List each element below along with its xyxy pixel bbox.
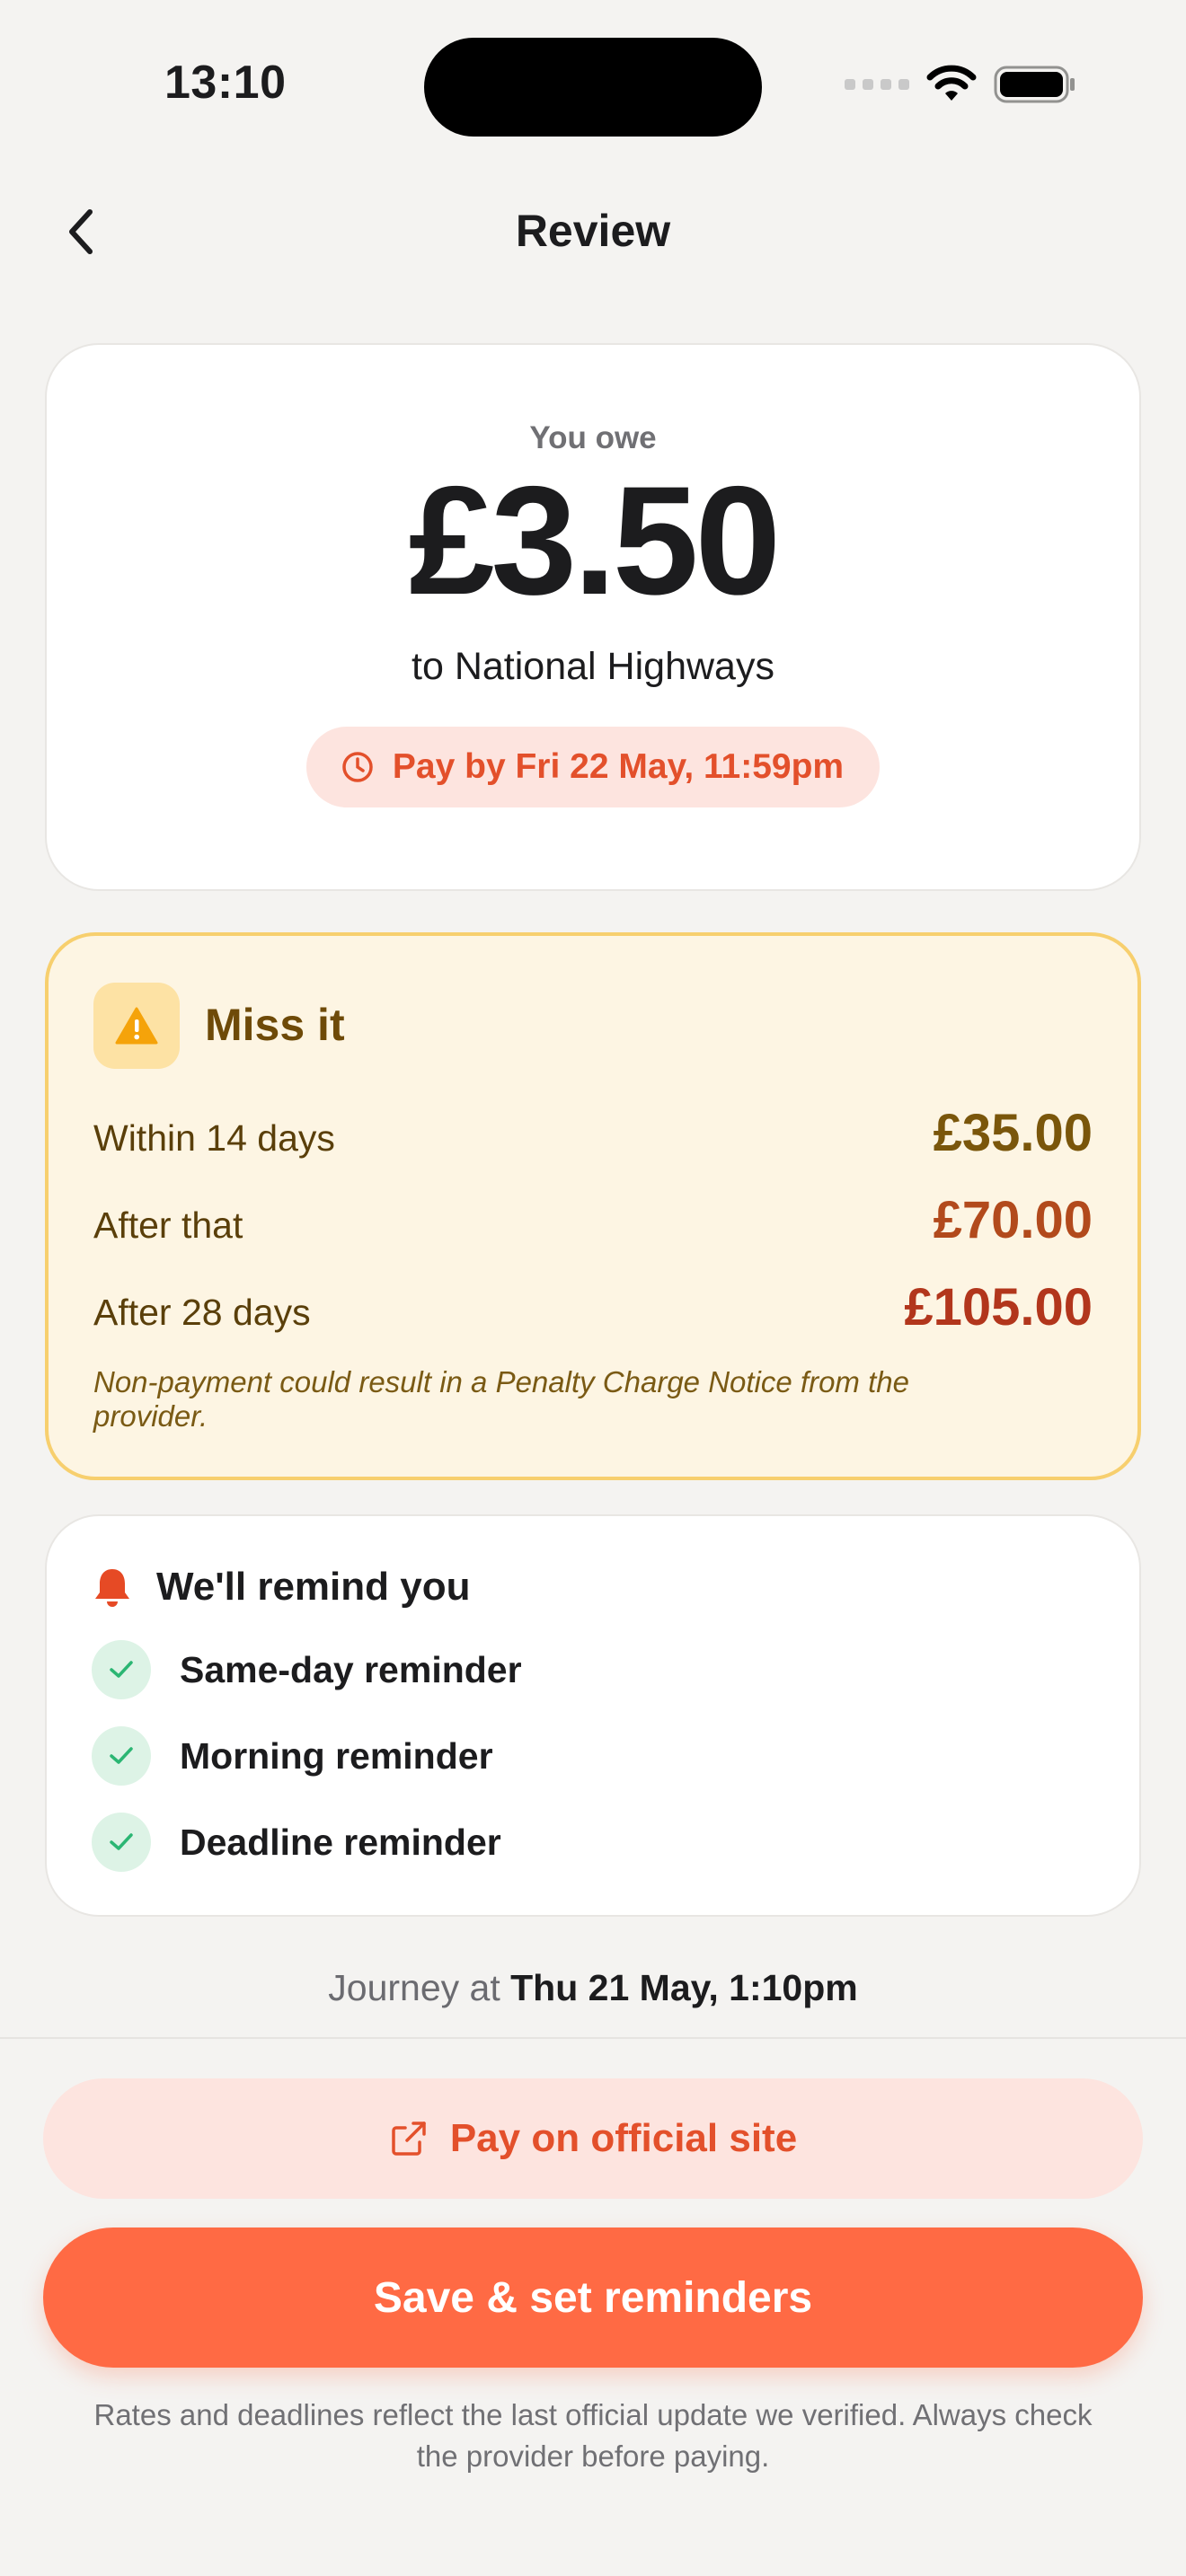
fee-label: After 28 days	[93, 1292, 311, 1333]
dynamic-island	[424, 38, 762, 137]
deadline-badge: Pay by Fri 22 May, 11:59pm	[305, 727, 881, 807]
warning-icon-box	[93, 983, 180, 1069]
cellular-signal-icon	[845, 79, 909, 90]
reminder-label: Morning reminder	[180, 1734, 493, 1777]
fee-value: £70.00	[933, 1191, 1093, 1249]
reminder-item: Deadline reminder	[92, 1813, 501, 1872]
fee-value: £105.00	[904, 1278, 1093, 1337]
reminders-title: We'll remind you	[156, 1565, 471, 1609]
reminder-item: Morning reminder	[92, 1726, 493, 1786]
amount-owed: £3.50	[408, 454, 781, 627]
reminders-card: We'll remind you Same-day reminder Morni…	[45, 1514, 1141, 1917]
wifi-icon	[926, 65, 977, 101]
check-icon	[92, 1640, 151, 1699]
status-icons	[845, 65, 1076, 104]
journey-datetime: Thu 21 May, 1:10pm	[510, 1967, 858, 2008]
reminder-label: Same-day reminder	[180, 1648, 522, 1690]
fee-row: Within 14 days £35.00	[93, 1103, 1093, 1163]
pay-official-site-button[interactable]: Pay on official site	[43, 2078, 1143, 2199]
fee-row: After 28 days £105.00	[93, 1277, 1093, 1337]
review-screen: 13:10 Review You owe £3.50 to National H…	[0, 0, 1186, 2576]
battery-icon	[994, 66, 1075, 103]
fee-label: After that	[93, 1204, 243, 1246]
reminders-header: We'll remind you	[92, 1565, 471, 1610]
reminder-label: Deadline reminder	[180, 1821, 501, 1863]
save-reminders-label: Save & set reminders	[373, 2273, 813, 2322]
fee-row: After that £70.00	[93, 1190, 1093, 1250]
penalty-note: Non-payment could result in a Penalty Ch…	[93, 1365, 909, 1433]
bottom-action-bar: Pay on official site Save & set reminder…	[0, 2037, 1186, 2576]
clock-icon	[342, 752, 373, 782]
fee-label: Within 14 days	[93, 1117, 335, 1159]
reminder-item: Same-day reminder	[92, 1640, 522, 1699]
deadline-text: Pay by Fri 22 May, 11:59pm	[392, 747, 845, 786]
recipient-text: to National Highways	[412, 645, 774, 688]
warning-title: Miss it	[205, 1000, 345, 1050]
late-fee-warning-card: Miss it Within 14 days £35.00 After that…	[45, 932, 1141, 1480]
page-title: Review	[515, 206, 671, 256]
disclaimer-text: Rates and deadlines reflect the last off…	[93, 2398, 1093, 2473]
pay-official-site-label: Pay on official site	[449, 2116, 798, 2160]
check-icon	[92, 1813, 151, 1872]
warning-icon	[115, 1007, 158, 1045]
bell-icon	[95, 1569, 129, 1607]
amount-card: You owe £3.50 to National Highways Pay b…	[45, 343, 1141, 891]
save-reminders-button[interactable]: Save & set reminders	[43, 2228, 1143, 2368]
status-time: 13:10	[164, 57, 287, 109]
amount-label: You owe	[529, 420, 657, 455]
journey-info: Journey at Thu 21 May, 1:10pm	[0, 1967, 1186, 2009]
journey-prefix: Journey at	[328, 1967, 500, 2008]
external-link-icon	[392, 2122, 426, 2156]
fee-value: £35.00	[933, 1104, 1093, 1162]
check-icon	[92, 1726, 151, 1786]
